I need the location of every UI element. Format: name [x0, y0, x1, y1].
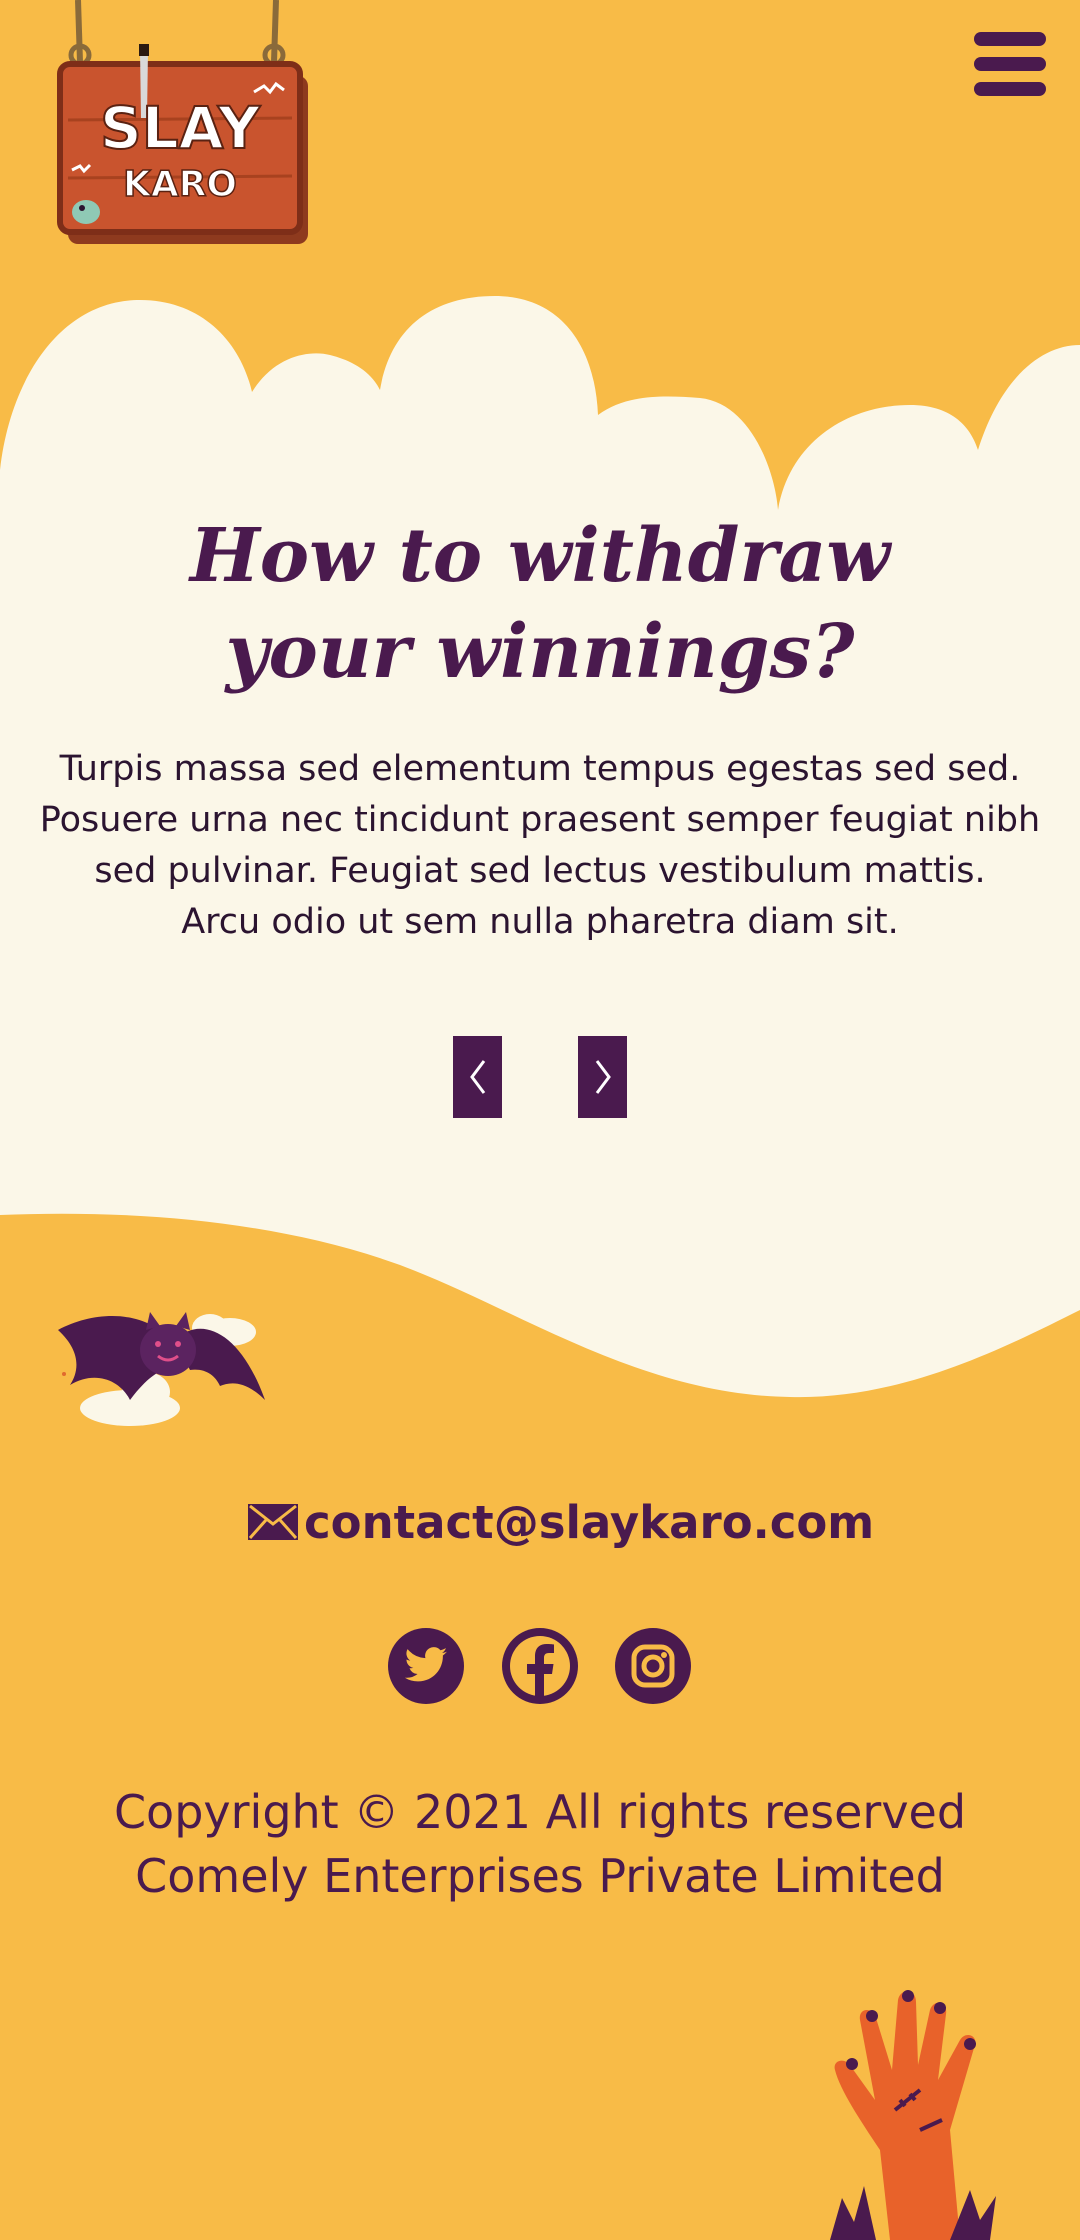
twitter-link[interactable] — [388, 1628, 464, 1704]
logo-text-karo: KARO — [123, 164, 237, 205]
zombie-hand-illustration — [830, 1990, 996, 2240]
envelope-icon — [248, 1504, 298, 1540]
contact-email-text: contact@slaykaro.com — [304, 1495, 875, 1549]
previous-button[interactable] — [453, 1036, 502, 1118]
instagram-icon — [631, 1644, 675, 1688]
twitter-icon — [404, 1647, 448, 1682]
facebook-icon — [510, 1636, 570, 1702]
copyright-line-2: Comely Enterprises Private Limited — [135, 1849, 945, 1903]
instagram-link[interactable] — [615, 1628, 691, 1704]
copyright-text: Copyright © 2021 All rights reserved Com… — [60, 1780, 1020, 1908]
title-line-1: How to withdraw — [189, 513, 891, 599]
facebook-link[interactable] — [502, 1628, 578, 1704]
chevron-right-icon — [595, 1060, 611, 1094]
slay-karo-logo[interactable]: SLAY KARO — [48, 0, 318, 250]
next-button[interactable] — [578, 1036, 627, 1118]
hamburger-menu-icon[interactable] — [970, 28, 1050, 100]
description-line: Turpis massa sed elementum tempus egesta… — [59, 749, 1021, 789]
description-line: sed pulvinar. Feugiat sed lectus vestibu… — [94, 851, 986, 891]
description-line: Posuere urna nec tincidunt praesent semp… — [39, 800, 1041, 840]
description-text: Turpis massa sed elementum tempus egesta… — [20, 744, 1060, 948]
contact-email-link[interactable]: contact@slaykaro.com — [246, 1490, 874, 1554]
description-line: Arcu odio ut sem nulla pharetra diam sit… — [181, 902, 899, 942]
title-line-2: your winnings? — [225, 609, 855, 695]
page-title: How to withdraw your winnings? — [90, 508, 990, 700]
chevron-left-icon — [469, 1060, 485, 1094]
bat-illustration — [58, 1312, 265, 1426]
logo-text-slay: SLAY — [100, 94, 261, 162]
copyright-line-1: Copyright © 2021 All rights reserved — [113, 1785, 967, 1839]
